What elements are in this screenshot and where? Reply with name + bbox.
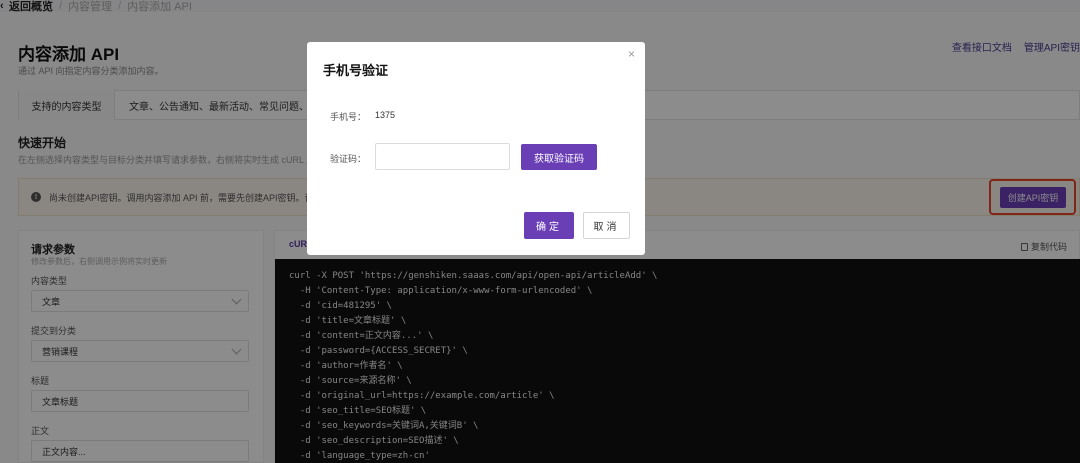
phone-verify-dialog: 手机号验证 × 手机号： 1375 验证码： 获取验证码 确定 取消 (307, 42, 645, 255)
phone-value: 1375 (375, 110, 396, 120)
cancel-button[interactable]: 取消 (583, 212, 630, 239)
close-icon[interactable]: × (628, 47, 635, 61)
get-code-button[interactable]: 获取验证码 (521, 144, 597, 170)
verification-code-input[interactable] (375, 143, 510, 170)
code-label: 验证码： (330, 154, 367, 164)
phone-label: 手机号： (330, 112, 367, 122)
confirm-button[interactable]: 确定 (524, 212, 574, 239)
dialog-title: 手机号验证 (323, 63, 389, 78)
